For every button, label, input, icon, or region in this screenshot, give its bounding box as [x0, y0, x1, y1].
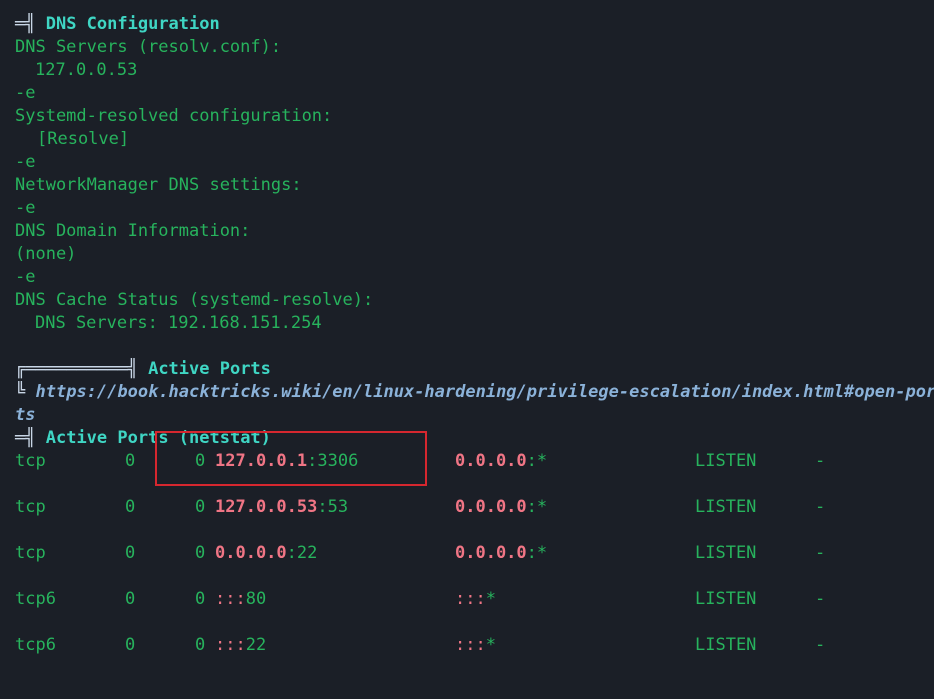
separator: :: [526, 543, 537, 563]
local-ip: :::: [215, 589, 246, 609]
echo-flag: -e: [15, 83, 36, 103]
cache-value: DNS Servers: 192.168.151.254: [35, 313, 322, 333]
cache-label: DNS Cache Status (systemd-resolve):: [15, 290, 374, 310]
proto-cell: tcp: [15, 543, 46, 563]
systemd-label: Systemd-resolved configuration:: [15, 106, 333, 126]
proto-cell: tcp: [15, 497, 46, 517]
hacktricks-link[interactable]: https://book.hacktricks.wiki/en/linux-ha…: [36, 382, 934, 402]
send-q-cell: 0: [195, 497, 206, 517]
hacktricks-link-cont[interactable]: ts: [15, 405, 35, 425]
foreign-address-cell: :::*: [455, 634, 496, 657]
local-address-cell: 0.0.0.0:22: [215, 542, 317, 565]
send-q-cell: 0: [195, 589, 206, 609]
systemd-value: [Resolve]: [37, 129, 130, 149]
foreign-ip: 0.0.0.0: [455, 543, 527, 563]
pid-cell: -: [815, 497, 826, 517]
dns-heading-text: DNS Configuration: [45, 14, 220, 34]
send-q-cell: 0: [195, 635, 206, 655]
hacktricks-link-wrap: ts: [15, 404, 925, 427]
dns-heading: ═╣ DNS Configuration: [15, 13, 925, 36]
local-address-cell: :::80: [215, 588, 266, 611]
proto-cell: tcp6: [15, 635, 56, 655]
table-row: tcp6 0 0:::22:::* LISTEN -: [15, 634, 925, 680]
separator: :: [286, 543, 297, 563]
foreign-port: *: [536, 543, 548, 563]
foreign-port: *: [485, 589, 496, 609]
state-cell: LISTEN: [695, 497, 757, 517]
foreign-port: *: [536, 451, 548, 471]
echo-flag: -e: [15, 267, 36, 287]
banner-glyph: ╔══════════╣: [15, 359, 138, 379]
active-ports-banner: ╔══════════╣ Active Ports: [15, 358, 925, 381]
netstat-table: tcp 0 0 127.0.0.1:3306 0.0.0.0:* LISTEN - tcp 0 0…: [15, 450, 925, 680]
nm-label: NetworkManager DNS settings:: [15, 175, 302, 195]
heading-glyph: ═╣: [15, 14, 36, 34]
pid-cell: -: [815, 451, 826, 471]
separator: :: [526, 497, 537, 517]
foreign-address-cell: :::*: [455, 588, 496, 611]
active-ports-title: Active Ports: [148, 359, 271, 379]
highlight-box: [155, 431, 427, 486]
recv-q-cell: 0: [125, 451, 136, 471]
proto-cell: tcp6: [15, 589, 56, 609]
state-cell: LISTEN: [695, 543, 757, 563]
foreign-ip: :::: [455, 635, 486, 655]
local-port: 22: [296, 543, 318, 563]
recv-q-cell: 0: [125, 589, 136, 609]
local-ip: :::: [215, 635, 246, 655]
table-row: tcp 0 0 127.0.0.1:3306 0.0.0.0:* LISTEN -: [15, 450, 925, 496]
local-address-cell: 127.0.0.53:53: [215, 496, 348, 519]
pid-cell: -: [815, 543, 826, 563]
foreign-ip: :::: [455, 589, 486, 609]
domain-value: (none): [15, 244, 77, 264]
local-ip: 0.0.0.0: [215, 543, 287, 563]
table-row: tcp 0 0 0.0.0.0:22 0.0.0.0:* LISTEN -: [15, 542, 925, 588]
state-cell: LISTEN: [695, 451, 757, 471]
local-address-cell: :::22: [215, 634, 266, 657]
table-row: tcp 0 0 127.0.0.53:53 0.0.0.0:* LISTEN -: [15, 496, 925, 542]
echo-flag: -e: [15, 152, 36, 172]
foreign-address-cell: 0.0.0.0:*: [455, 542, 547, 565]
local-port: 22: [245, 635, 267, 655]
pid-cell: -: [815, 635, 826, 655]
local-port: 80: [245, 589, 267, 609]
foreign-address-cell: 0.0.0.0:*: [455, 450, 547, 473]
pid-cell: -: [815, 589, 826, 609]
recv-q-cell: 0: [125, 635, 136, 655]
hacktricks-link-line: ╚ https://book.hacktricks.wiki/en/linux-…: [15, 381, 934, 404]
table-row: tcp6 0 0:::80:::* LISTEN -: [15, 588, 925, 634]
link-prefix-glyph: ╚: [15, 382, 26, 402]
netstat-heading: ═╣ Active Ports (netstat): [15, 427, 925, 450]
separator: :: [526, 451, 537, 471]
state-cell: LISTEN: [695, 635, 757, 655]
local-ip: 127.0.0.53: [215, 497, 318, 517]
dns-servers-value: 127.0.0.53: [35, 60, 138, 80]
terminal-output: ═╣ DNS Configuration DNS Servers (resolv…: [15, 13, 934, 680]
foreign-ip: 0.0.0.0: [455, 451, 527, 471]
separator: :: [317, 497, 328, 517]
dns-servers-label: DNS Servers (resolv.conf):: [15, 37, 282, 57]
domain-label: DNS Domain Information:: [15, 221, 251, 241]
proto-cell: tcp: [15, 451, 46, 471]
state-cell: LISTEN: [695, 589, 757, 609]
send-q-cell: 0: [195, 543, 206, 563]
echo-flag: -e: [15, 198, 36, 218]
recv-q-cell: 0: [125, 497, 136, 517]
foreign-ip: 0.0.0.0: [455, 497, 527, 517]
foreign-address-cell: 0.0.0.0:*: [455, 496, 547, 519]
netstat-glyph: ═╣: [15, 428, 36, 448]
recv-q-cell: 0: [125, 543, 136, 563]
foreign-port: *: [536, 497, 548, 517]
local-port: 53: [327, 497, 349, 517]
foreign-port: *: [485, 635, 496, 655]
